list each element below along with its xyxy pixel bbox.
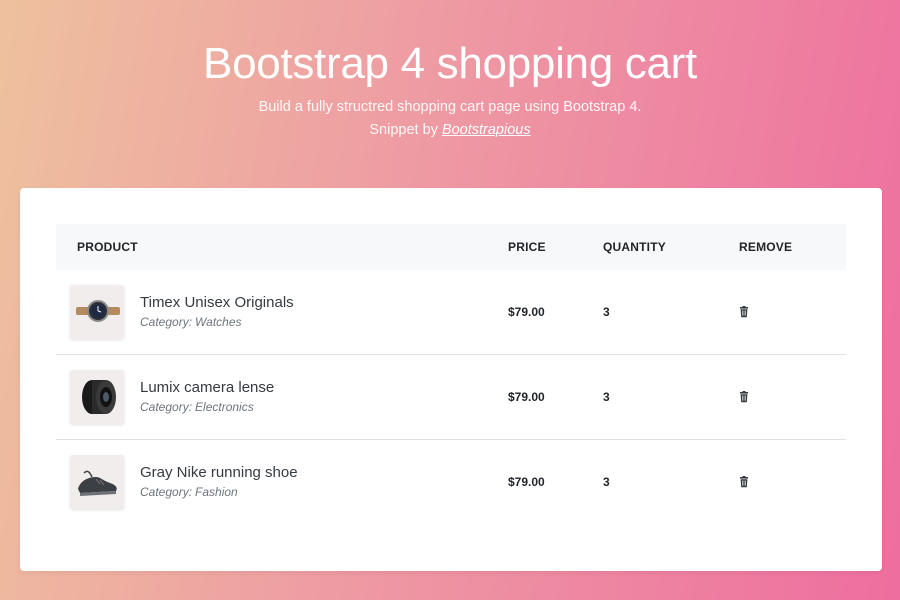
product-price: $79.00 (508, 355, 545, 439)
camera-lens-thumbnail[interactable] (70, 370, 124, 424)
table-row: Lumix camera lense Category:Electronics … (56, 354, 846, 439)
trash-icon[interactable] (737, 475, 751, 489)
trash-icon[interactable] (737, 305, 751, 319)
product-quantity: 3 (603, 440, 610, 524)
table-row: Gray Nike running shoe Category:Fashion … (56, 439, 846, 524)
hero-subtitle: Build a fully structred shopping cart pa… (0, 96, 900, 142)
table-row: Timex Unisex Originals Category:Watches … (56, 270, 846, 354)
snippet-credit: Snippet by Bootstrapious (0, 119, 900, 142)
table-header: Product Price Quantity Remove (56, 224, 846, 270)
product-category: Category:Electronics (140, 400, 254, 414)
watch-thumbnail[interactable] (70, 285, 124, 339)
product-category: Category:Fashion (140, 485, 238, 499)
product-name[interactable]: Lumix camera lense (140, 379, 274, 396)
product-name[interactable]: Gray Nike running shoe (140, 464, 298, 481)
product-quantity: 3 (603, 355, 610, 439)
product-price: $79.00 (508, 440, 545, 524)
subtitle-text: Build a fully structred shopping cart pa… (0, 96, 900, 119)
table-body: Timex Unisex Originals Category:Watches … (56, 270, 846, 524)
cart-card: Product Price Quantity Remove (20, 188, 882, 571)
cart-table: Product Price Quantity Remove (56, 224, 846, 524)
snippet-prefix: Snippet by (369, 122, 438, 138)
header-quantity: Quantity (603, 224, 666, 270)
header-product: Product (77, 224, 138, 270)
trash-icon[interactable] (737, 390, 751, 404)
product-category: Category:Watches (140, 315, 242, 329)
product-quantity: 3 (603, 270, 610, 354)
header-remove: Remove (739, 224, 792, 270)
shoe-thumbnail[interactable] (70, 455, 124, 509)
product-name[interactable]: Timex Unisex Originals (140, 294, 294, 311)
page-title: Bootstrap 4 shopping cart (0, 38, 900, 90)
header-price: Price (508, 224, 546, 270)
bootstrapious-link[interactable]: Bootstrapious (442, 122, 531, 138)
product-price: $79.00 (508, 270, 545, 354)
